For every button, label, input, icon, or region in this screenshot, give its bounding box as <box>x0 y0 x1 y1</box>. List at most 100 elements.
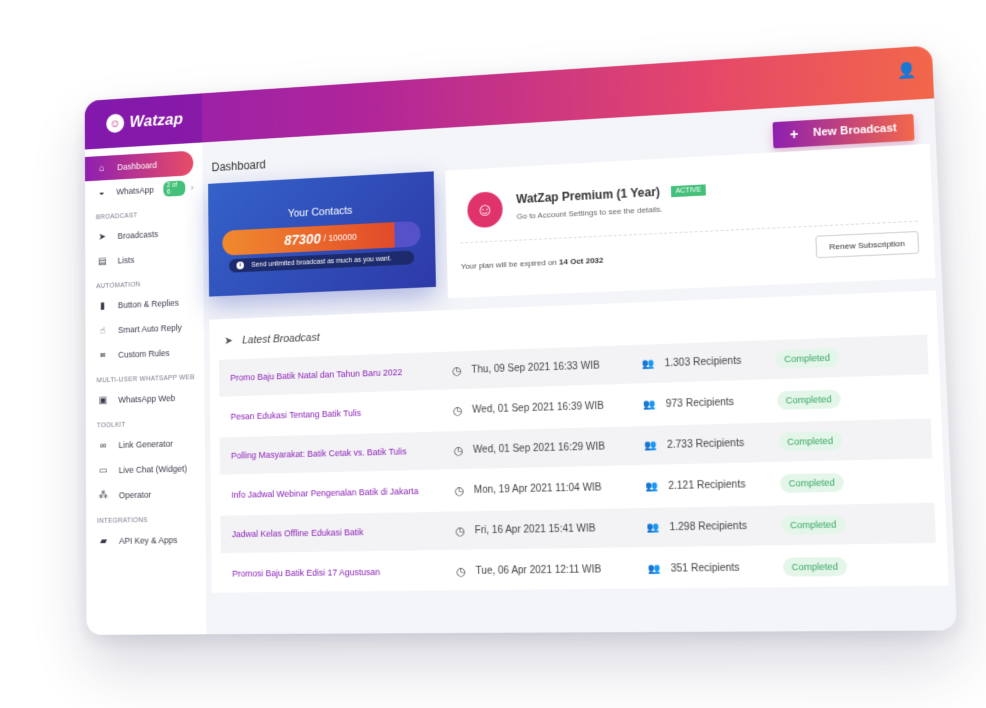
broadcast-recipients: 👥 351 Recipients <box>647 561 783 575</box>
send-icon: ➤ <box>224 335 233 348</box>
status-badge: Completed <box>776 389 841 411</box>
plan-status-badge: ACTIVE <box>671 184 706 198</box>
clock-icon: ◷ <box>454 484 465 497</box>
plan-name-text: WatZap Premium (1 Year) <box>515 184 661 207</box>
whatsapp-count-badge: 2 of 6 <box>162 180 186 197</box>
info-icon: i <box>236 261 244 270</box>
sidebar-item-link-generator[interactable]: ∞ Link Generator <box>86 430 196 458</box>
app-window: ☺ Watzap 👤 ⌂ Dashboard ◒ WhatsApp 2 of 6… <box>84 45 958 635</box>
broadcast-date: ◷ Fri, 16 Apr 2021 15:41 WIB <box>455 521 646 537</box>
sidebar-item-operator[interactable]: ⁂ Operator <box>86 481 196 509</box>
people-icon: 👥 <box>646 521 660 534</box>
sidebar-item-label: Operator <box>118 489 152 501</box>
status-badge: Completed <box>781 514 846 535</box>
section-title-integrations: Integrations <box>97 517 148 525</box>
stage: ☺ Watzap 👤 ⌂ Dashboard ◒ WhatsApp 2 of 6… <box>0 0 986 708</box>
sidebar-item-label: WhatsApp <box>116 184 154 197</box>
sidebar-item-label: Button & Replies <box>117 297 179 311</box>
table-row[interactable]: Promosi Baju Batik Edisi 17 Agustusan ◷ T… <box>220 545 938 593</box>
sidebar-item-label: Lists <box>117 255 135 266</box>
broadcast-table: Promo Baju Batik Natal dan Tahun Baru 20… <box>218 334 938 595</box>
broadcast-name[interactable]: Promo Baju Batik Natal dan Tahun Baru 20… <box>219 365 452 383</box>
home-icon: ⌂ <box>99 162 105 174</box>
people-icon: 👥 <box>643 439 657 452</box>
contacts-note-text: Send unlimited broadcast as much as you … <box>251 255 392 269</box>
clock-icon: ◷ <box>455 524 466 538</box>
plan-subtitle: Go to Account Settings to see the detail… <box>516 204 663 221</box>
broadcast-date: ◷ Tue, 06 Apr 2021 12:11 WIB <box>456 562 648 578</box>
plan-expiry-text: Your plan will be expired on <box>460 257 557 272</box>
people-icon: 👥 <box>641 358 655 370</box>
sidebar-item-lists[interactable]: ▤ Lists <box>85 245 194 275</box>
brand[interactable]: ☺ Watzap <box>84 93 203 150</box>
sidebar-item-live-chat[interactable]: ▭ Live Chat (Widget) <box>86 456 196 484</box>
plan-name: WatZap Premium (1 Year) ACTIVE <box>516 182 706 206</box>
broadcast-recipients-text: 1.303 Recipients <box>664 355 742 369</box>
web-icon: ▣ <box>98 394 108 406</box>
people-icon: 👥 <box>645 480 659 493</box>
broadcast-name[interactable]: Info Jadwal Webinar Pengenalan Batik di … <box>220 485 455 500</box>
broadcast-recipients: 👥 2.121 Recipients <box>645 478 780 492</box>
broadcast-name[interactable]: Promosi Baju Batik Edisi 17 Agustusan <box>221 566 457 579</box>
contacts-count: 87300 <box>284 230 321 248</box>
clock-icon: ◷ <box>452 364 462 377</box>
plan-expiry-date: 14 Oct 2032 <box>558 255 604 267</box>
link-icon: ∞ <box>99 440 107 451</box>
broadcast-date-text: Thu, 09 Sep 2021 16:33 WIB <box>471 359 600 376</box>
status-badge: Completed <box>778 431 843 452</box>
new-broadcast-label: New Broadcast <box>812 122 898 140</box>
main-content: Dashboard + New Broadcast Your Contacts … <box>202 98 957 634</box>
broadcast-recipients-text: 351 Recipients <box>670 561 740 575</box>
button-icon: ▮ <box>100 300 106 312</box>
broadcast-date: ◷ Wed, 01 Sep 2021 16:39 WIB <box>452 398 643 417</box>
chat-icon: ▭ <box>98 465 108 476</box>
contacts-card: Your Contacts 87300 / 100000 i Send unli… <box>208 171 436 297</box>
sidebar-item-label: API Key & Apps <box>118 535 178 546</box>
broadcast-recipients-text: 2.121 Recipients <box>668 478 746 492</box>
renew-subscription-button[interactable]: Renew Subscription <box>815 230 920 259</box>
plus-icon: + <box>789 125 799 143</box>
broadcast-name[interactable]: Polling Masyarakat: Batik Cetak vs. Bati… <box>220 445 454 461</box>
wifi-icon: ◒ <box>98 187 105 198</box>
clock-icon: ◷ <box>452 404 463 417</box>
list-icon: ▤ <box>98 255 107 267</box>
new-broadcast-button[interactable]: + New Broadcast <box>772 113 915 149</box>
sidebar-item-label: Broadcasts <box>117 229 159 241</box>
sidebar-item-label: Dashboard <box>117 160 157 172</box>
broadcast-recipients-text: 973 Recipients <box>665 396 735 410</box>
plan-expiry: Your plan will be expired on 14 Oct 2032 <box>461 256 604 271</box>
sidebar-item-label: Smart Auto Reply <box>117 322 182 335</box>
latest-broadcast-card: ➤ Latest Broadcast Promo Baju Batik Nata… <box>209 290 949 595</box>
broadcast-date: ◷ Thu, 09 Sep 2021 16:33 WIB <box>452 357 642 377</box>
sidebar-item-label: Link Generator <box>118 438 174 450</box>
sidebar-item-label: Custom Rules <box>118 348 170 360</box>
smile-logo-icon: ☺ <box>106 113 125 134</box>
auto-reply-icon: ☝ <box>99 325 106 337</box>
broadcast-date-text: Wed, 01 Sep 2021 16:29 WIB <box>473 440 606 456</box>
broadcast-name[interactable]: Jadwal Kelas Offline Edukasi Batik <box>221 526 456 540</box>
broadcast-date-text: Fri, 16 Apr 2021 15:41 WIB <box>474 522 596 536</box>
rules-icon: ⌗ <box>100 350 106 361</box>
sidebar-item-custom-rules[interactable]: ⌗ Custom Rules <box>86 340 195 369</box>
brand-name: Watzap <box>129 109 184 131</box>
sidebar-item-whatsapp-web[interactable]: ▣ WhatsApp Web <box>86 385 196 413</box>
sidebar-item-api-key[interactable]: ▰ API Key & Apps <box>86 527 196 554</box>
status-badge: Completed <box>782 556 847 577</box>
watzap-mascot-icon: ☺ <box>467 191 504 229</box>
broadcast-recipients: 👥 2.733 Recipients <box>644 436 779 451</box>
api-icon: ▰ <box>99 535 107 547</box>
people-icon: 👥 <box>647 562 661 575</box>
contacts-max: / 100000 <box>323 231 357 244</box>
broadcast-name[interactable]: Pesan Edukasi Tentang Batik Tulis <box>219 405 453 422</box>
page-title: Dashboard <box>211 157 266 175</box>
broadcast-date-text: Tue, 06 Apr 2021 12:11 WIB <box>475 563 602 577</box>
broadcast-recipients-text: 2.733 Recipients <box>666 437 745 451</box>
broadcast-date-text: Wed, 01 Sep 2021 16:39 WIB <box>472 400 605 416</box>
chevron-right-icon: › <box>190 182 194 193</box>
plan-card: ☺ WatZap Premium (1 Year) ACTIVE Go to A… <box>445 143 936 299</box>
user-icon[interactable]: 👤 <box>896 61 918 83</box>
clock-icon: ◷ <box>453 444 464 457</box>
latest-broadcast-header: ➤ Latest Broadcast <box>224 331 320 347</box>
latest-broadcast-title: Latest Broadcast <box>242 331 320 346</box>
clock-icon: ◷ <box>456 565 466 578</box>
